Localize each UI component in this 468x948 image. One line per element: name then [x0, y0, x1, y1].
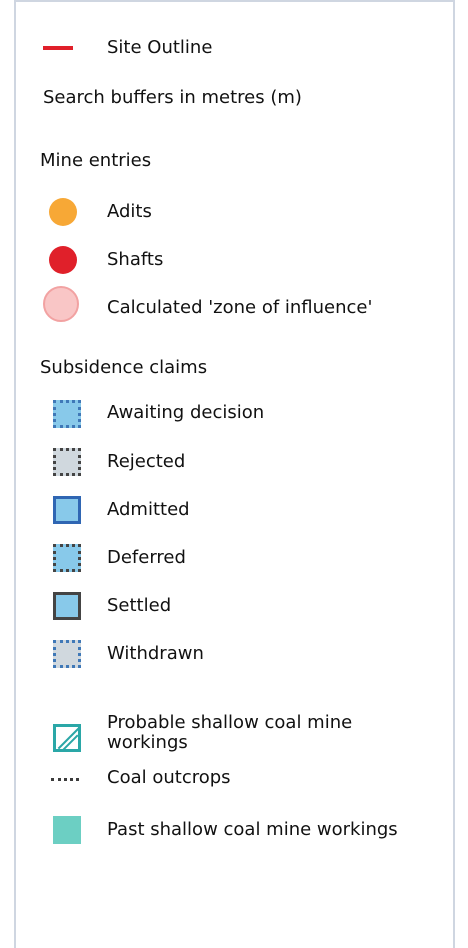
settled-label: Settled	[107, 595, 172, 616]
deferred-icon	[53, 544, 81, 572]
adits-label: Adits	[107, 201, 152, 222]
site-outline-swatch	[43, 46, 73, 50]
search-buffers-label: Search buffers in metres (m)	[43, 87, 302, 108]
withdrawn-icon	[53, 640, 81, 668]
withdrawn-label: Withdrawn	[107, 643, 204, 664]
probable-shallow-label-line1: Probable shallow coal mine	[107, 712, 353, 733]
rejected-label: Rejected	[107, 451, 186, 472]
probable-shallow-label-line2: workings	[107, 732, 188, 753]
rejected-icon	[53, 448, 81, 476]
probable-shallow-icon	[53, 724, 81, 752]
awaiting-decision-icon	[53, 400, 81, 428]
shafts-label: Shafts	[107, 249, 164, 270]
adits-icon	[49, 198, 77, 226]
subsidence-claims-heading: Subsidence claims	[40, 357, 208, 378]
zone-of-influence-label: Calculated 'zone of influence'	[107, 297, 373, 318]
mine-entries-heading: Mine entries	[40, 150, 152, 171]
coal-outcrops-icon	[51, 778, 79, 781]
past-shallow-label: Past shallow coal mine workings	[107, 819, 398, 840]
admitted-icon	[53, 496, 81, 524]
deferred-label: Deferred	[107, 547, 186, 568]
past-shallow-icon	[53, 816, 81, 844]
coal-outcrops-label: Coal outcrops	[107, 767, 231, 788]
awaiting-decision-label: Awaiting decision	[107, 402, 265, 423]
site-outline-label: Site Outline	[107, 37, 213, 58]
zone-of-influence-icon	[43, 286, 79, 322]
settled-icon	[53, 592, 81, 620]
admitted-label: Admitted	[107, 499, 190, 520]
shafts-icon	[49, 246, 77, 274]
legend-panel: Site Outline Search buffers in metres (m…	[14, 0, 455, 948]
